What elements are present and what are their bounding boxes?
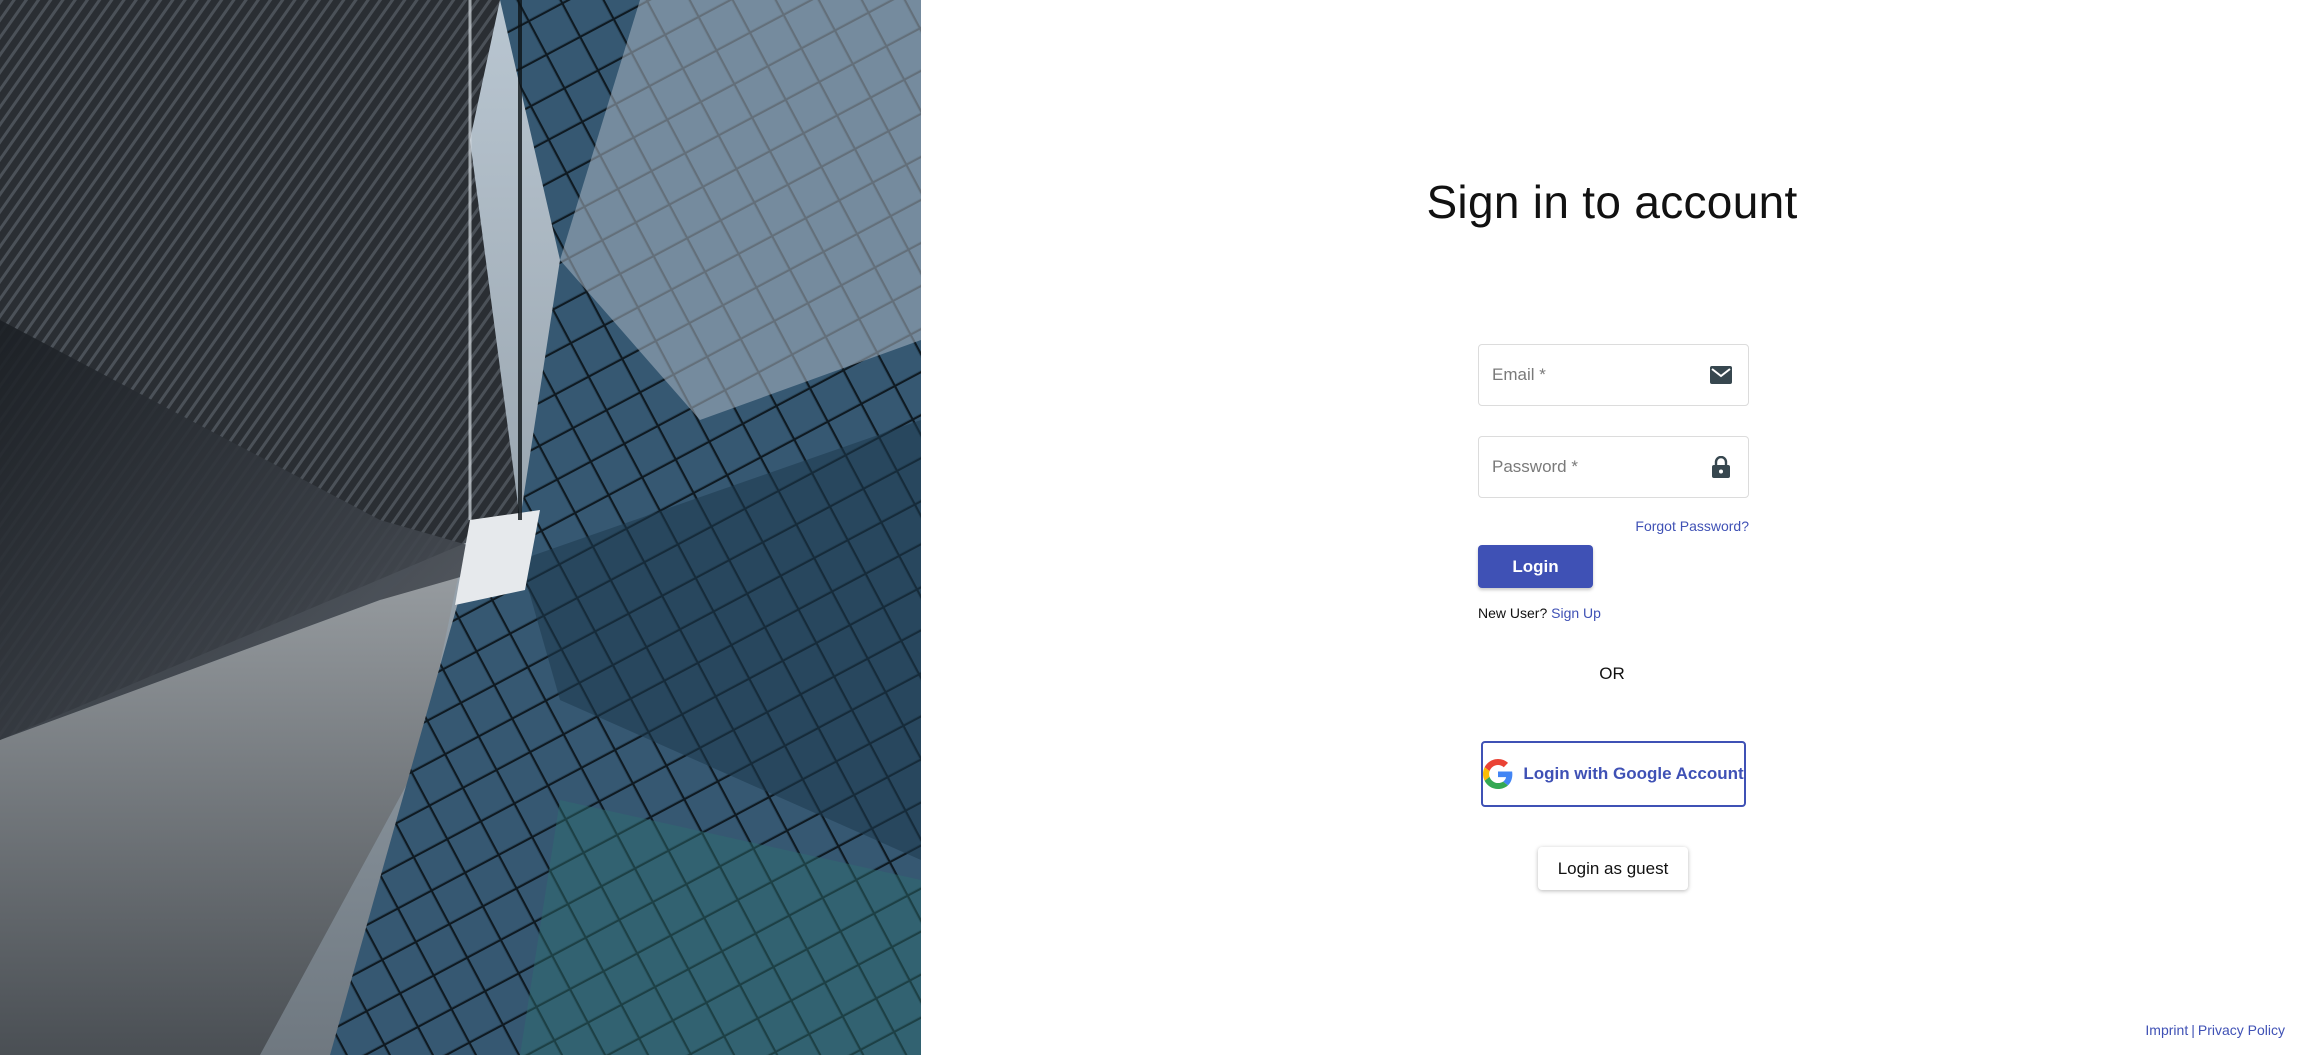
password-field[interactable] — [1478, 436, 1749, 498]
login-panel: Sign in to account Email * Forgot Passwo… — [921, 0, 2303, 1055]
imprint-link[interactable]: Imprint — [2145, 1022, 2188, 1038]
building-photo-illustration — [0, 0, 921, 1055]
new-user-label: New User? — [1478, 605, 1548, 621]
hero-image — [0, 0, 921, 1055]
signup-row: New User? Sign Up — [1478, 605, 1601, 621]
password-input[interactable] — [1479, 437, 1748, 497]
email-field[interactable] — [1478, 344, 1749, 406]
google-login-button[interactable]: Login with Google Account — [1481, 741, 1746, 807]
page-title: Sign in to account — [1426, 176, 1798, 228]
login-page: Sign in to account Email * Forgot Passwo… — [0, 0, 2303, 1055]
privacy-policy-link[interactable]: Privacy Policy — [2198, 1022, 2285, 1038]
sign-up-link[interactable]: Sign Up — [1551, 605, 1601, 621]
guest-login-button[interactable]: Login as guest — [1538, 847, 1688, 890]
login-form: Forgot Password? Login New User? Sign Up — [1478, 344, 1749, 621]
or-divider: OR — [1599, 664, 1625, 683]
mail-icon — [1709, 363, 1733, 387]
lock-icon — [1709, 455, 1733, 479]
google-icon — [1483, 759, 1513, 789]
footer-links: Imprint | Privacy Policy — [2145, 1022, 2285, 1038]
forgot-password-link[interactable]: Forgot Password? — [1635, 518, 1749, 534]
google-login-label: Login with Google Account — [1523, 764, 1744, 783]
email-input[interactable] — [1479, 345, 1748, 405]
login-button[interactable]: Login — [1478, 545, 1593, 588]
footer-separator: | — [2191, 1022, 2195, 1038]
